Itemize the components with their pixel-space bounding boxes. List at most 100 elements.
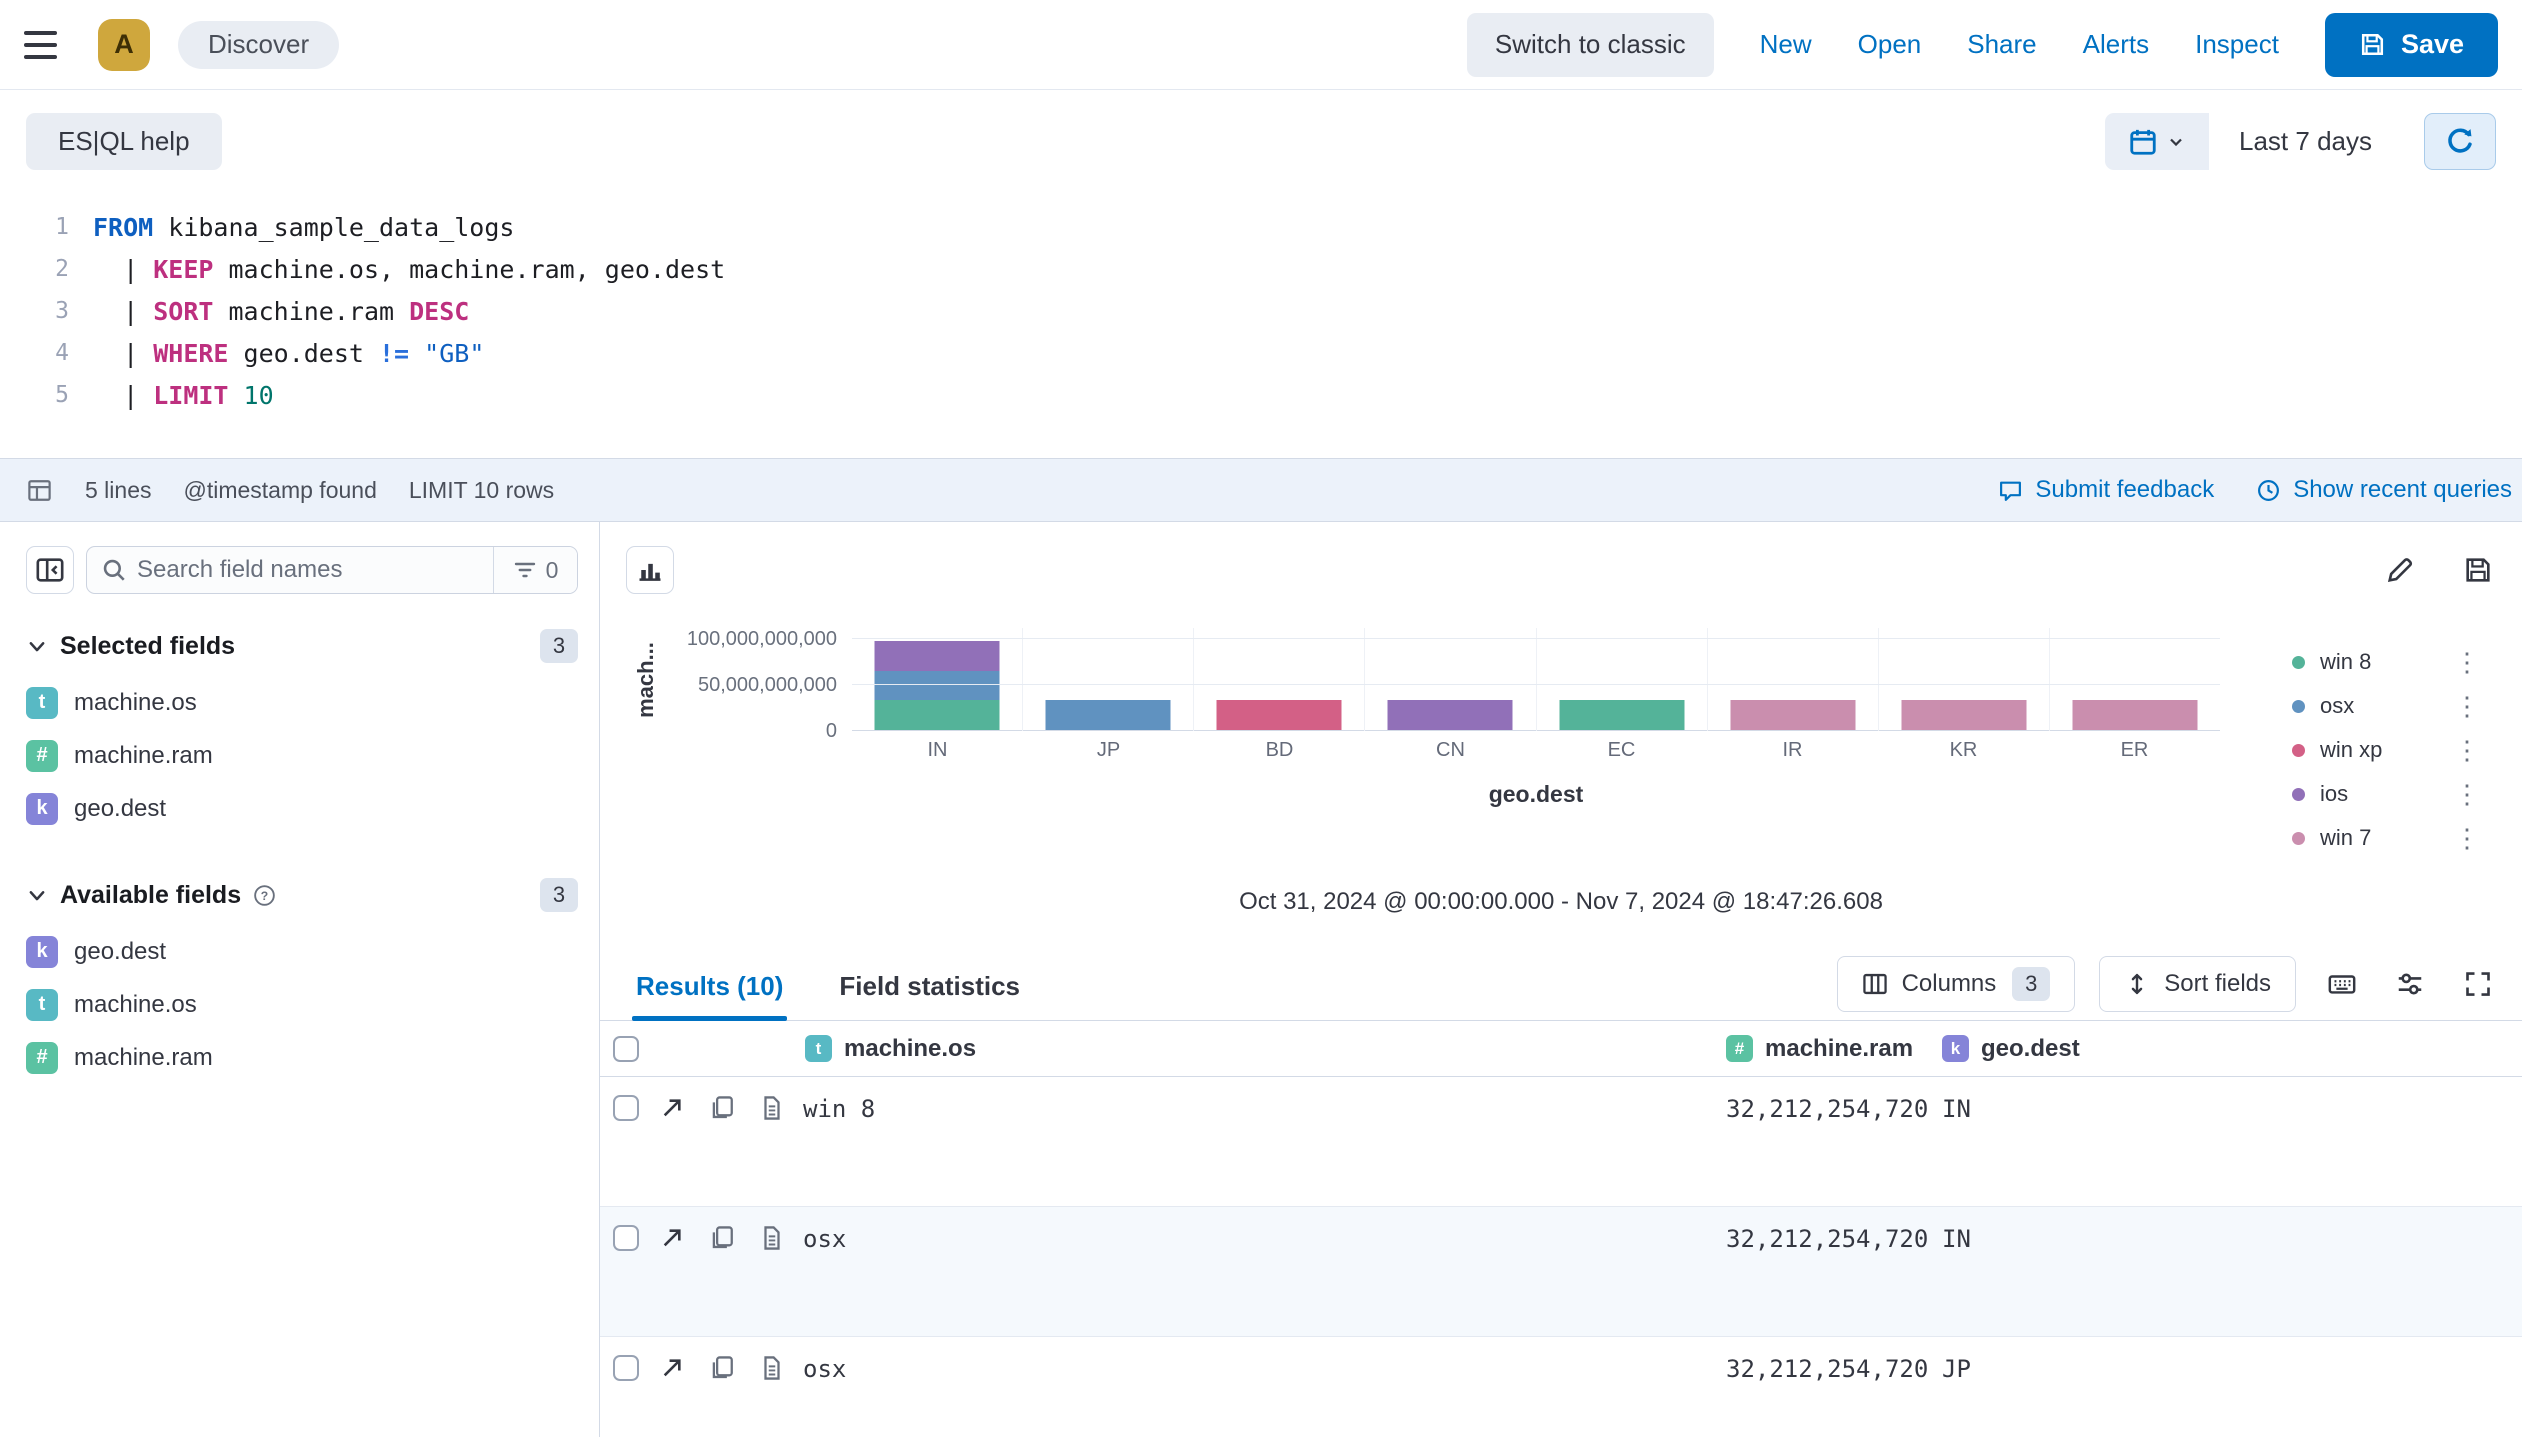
editor-line[interactable]: 5 | LIMIT 10 [0,374,2522,416]
search-field-names-input[interactable] [137,556,493,584]
bar-segment-win-8[interactable] [1559,700,1684,730]
copy-document-icon[interactable] [705,1221,739,1255]
keyboard-shortcuts-button[interactable] [2320,962,2364,1006]
field-item-machine-ram[interactable]: #machine.ram [26,1031,578,1084]
sort-fields-button[interactable]: Sort fields [2099,956,2296,1012]
bar-segment-win-7[interactable] [2072,700,2197,730]
editor-line[interactable]: 3 | SORT machine.ram DESC [0,290,2522,332]
save-button[interactable]: Save [2325,13,2498,77]
bar-jp[interactable] [1046,700,1171,730]
bar-segment-ios[interactable] [1388,700,1513,730]
selected-fields-header[interactable]: Selected fields 3 [26,624,578,668]
legend-color-dot [2292,744,2305,757]
esql-help-button[interactable]: ES|QL help [26,113,222,170]
legend-item-ios[interactable]: ios⋮ [2292,772,2480,816]
column-header-machine-os[interactable]: tmachine.os [805,1035,976,1063]
bar-ir[interactable] [1730,700,1855,730]
bar-kr[interactable] [1901,700,2026,730]
time-range-button[interactable]: Last 7 days [2209,113,2402,170]
row-checkbox[interactable] [613,1095,639,1121]
field-item-machine-os[interactable]: tmachine.os [26,978,578,1031]
copy-document-icon[interactable] [705,1351,739,1385]
row-checkbox[interactable] [613,1355,639,1381]
select-all-checkbox[interactable] [613,1036,639,1062]
cell-machine-os: osx [803,1355,846,1383]
chart-slots [852,628,2220,731]
cell-machine-os: osx [803,1225,846,1253]
columns-button[interactable]: Columns 3 [1837,956,2076,1012]
bar-segment-win-7[interactable] [1901,700,2026,730]
switch-to-classic-button[interactable]: Switch to classic [1467,13,1714,77]
topbar-link-inspect[interactable]: Inspect [2195,29,2279,60]
line-number: 5 [0,382,69,408]
bar-ec[interactable] [1559,700,1684,730]
editor-line[interactable]: 4 | WHERE geo.dest != "GB" [0,332,2522,374]
legend-item-win-xp[interactable]: win xp⋮ [2292,728,2480,772]
row-checkbox[interactable] [613,1225,639,1251]
date-quick-select-button[interactable] [2105,113,2209,170]
bar-cn[interactable] [1388,700,1513,730]
expand-row-icon[interactable] [655,1351,689,1385]
bar-segment-win-8[interactable] [875,700,1000,730]
legend-options-icon[interactable]: ⋮ [2454,825,2480,851]
editor-line[interactable]: 1FROM kibana_sample_data_logs [0,206,2522,248]
legend-options-icon[interactable]: ⋮ [2454,649,2480,675]
show-recent-queries-link[interactable]: Show recent queries [2256,476,2512,504]
bar-segment-win-7[interactable] [1730,700,1855,730]
field-search-group: 0 [86,546,578,594]
refresh-query-button[interactable] [2424,113,2496,170]
tab-field-statistics[interactable]: Field statistics [835,959,1024,1020]
code-text: | WHERE geo.dest != "GB" [69,339,484,368]
chart-category-jp [1022,628,1193,731]
bar-bd[interactable] [1217,700,1342,730]
legend-item-osx[interactable]: osx⋮ [2292,684,2480,728]
bar-er[interactable] [2072,700,2197,730]
display-options-button[interactable] [2388,962,2432,1006]
field-filters-button[interactable]: 0 [493,547,577,593]
copy-document-icon[interactable] [705,1091,739,1125]
menu-icon[interactable] [24,22,70,68]
save-visualization-button[interactable] [2456,548,2500,592]
help-question-icon[interactable]: ? [253,884,276,907]
field-item-geo-dest[interactable]: kgeo.dest [26,782,578,835]
bar-in[interactable] [875,641,1000,730]
topbar-link-new[interactable]: New [1760,29,1812,60]
field-item-machine-os[interactable]: tmachine.os [26,676,578,729]
available-fields-header[interactable]: Available fields ? 3 [26,873,578,917]
expand-row-icon[interactable] [655,1221,689,1255]
view-document-icon[interactable] [755,1351,789,1385]
tab-results-10[interactable]: Results (10) [632,959,787,1020]
legend-item-win-8[interactable]: win 8⋮ [2292,640,2480,684]
space-avatar[interactable]: A [98,19,150,71]
topbar-link-alerts[interactable]: Alerts [2083,29,2149,60]
chart-options-button[interactable] [626,546,674,594]
topbar-link-share[interactable]: Share [1967,29,2036,60]
view-document-icon[interactable] [755,1221,789,1255]
column-header-machine-ram[interactable]: #machine.ram [1726,1035,1913,1063]
collapse-sidebar-button[interactable] [26,546,74,594]
fullscreen-button[interactable] [2456,962,2500,1006]
legend-options-icon[interactable]: ⋮ [2454,737,2480,763]
column-header-geo-dest[interactable]: kgeo.dest [1942,1035,2080,1063]
bar-segment-win-xp[interactable] [1217,700,1342,730]
chart-toolbar [626,546,2500,594]
legend-item-win-7[interactable]: win 7 ⋮ [2292,816,2480,860]
bar-segment-osx[interactable] [1046,700,1171,730]
bar-segment-osx[interactable] [875,671,1000,701]
field-item-machine-ram[interactable]: #machine.ram [26,729,578,782]
edit-visualization-button[interactable] [2378,548,2422,592]
topbar-link-open[interactable]: Open [1858,29,1922,60]
editor-line[interactable]: 2 | KEEP machine.os, machine.ram, geo.de… [0,248,2522,290]
chart-plot [852,628,2220,731]
legend-label: win 7 [2320,825,2371,851]
legend-options-icon[interactable]: ⋮ [2454,781,2480,807]
expand-row-icon[interactable] [655,1091,689,1125]
view-document-icon[interactable] [755,1091,789,1125]
breadcrumb-discover[interactable]: Discover [178,21,339,69]
field-item-geo-dest[interactable]: kgeo.dest [26,925,578,978]
submit-feedback-link[interactable]: Submit feedback [1998,476,2214,504]
column-header-label: geo.dest [1981,1035,2080,1063]
bar-segment-ios[interactable] [875,641,1000,671]
esql-query-editor[interactable]: 1FROM kibana_sample_data_logs2 | KEEP ma… [0,170,2522,458]
legend-options-icon[interactable]: ⋮ [2454,693,2480,719]
